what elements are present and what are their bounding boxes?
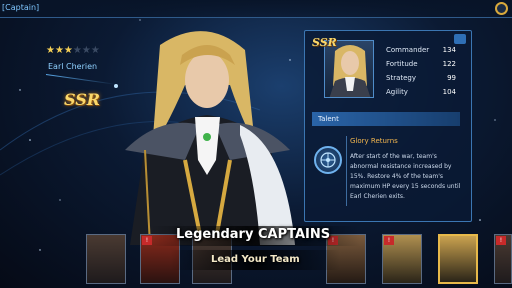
stat-value: 122 [442,60,456,68]
tab-captain[interactable]: [Captain] [2,3,39,12]
alert-badge: ! [384,236,394,245]
stat-label: Fortitude [386,60,418,68]
talent-description: After start of the war, team's abnormal … [350,153,461,200]
stat-value: 99 [447,74,456,82]
promo-title: Legendary CAPTAINS [176,227,331,242]
stat-label: Strategy [386,74,416,82]
stat-strategy: Strategy 99 [386,71,456,85]
settings-button[interactable] [495,2,508,15]
stats-list: Commander 134 Fortitude 122 Strategy 99 … [386,43,456,99]
roster-card[interactable]: ! [382,234,422,284]
alert-badge: ! [496,236,506,245]
rating-stars-filled: ★★★ [46,45,73,56]
stat-fortitude: Fortitude 122 [386,57,456,71]
roster-card-selected[interactable] [438,234,478,284]
stat-value: 104 [442,88,456,96]
promo-subtitle: Lead Your Team [211,254,300,265]
roster-card[interactable]: ! [494,234,512,284]
talent-header: Talent [312,112,460,126]
roster-card[interactable] [86,234,126,284]
stat-agility: Agility 104 [386,85,456,99]
top-bar: [Captain] [0,0,512,18]
hero-portrait [125,31,295,245]
stat-label: Agility [386,88,408,96]
talent-name: Glory Returns [350,137,398,145]
rarity-badge-small: SSR [312,36,337,49]
stat-label: Commander [386,46,430,54]
stat-commander: Commander 134 [386,43,456,57]
talent-compass-icon[interactable] [314,146,342,174]
stat-value: 134 [442,46,456,54]
